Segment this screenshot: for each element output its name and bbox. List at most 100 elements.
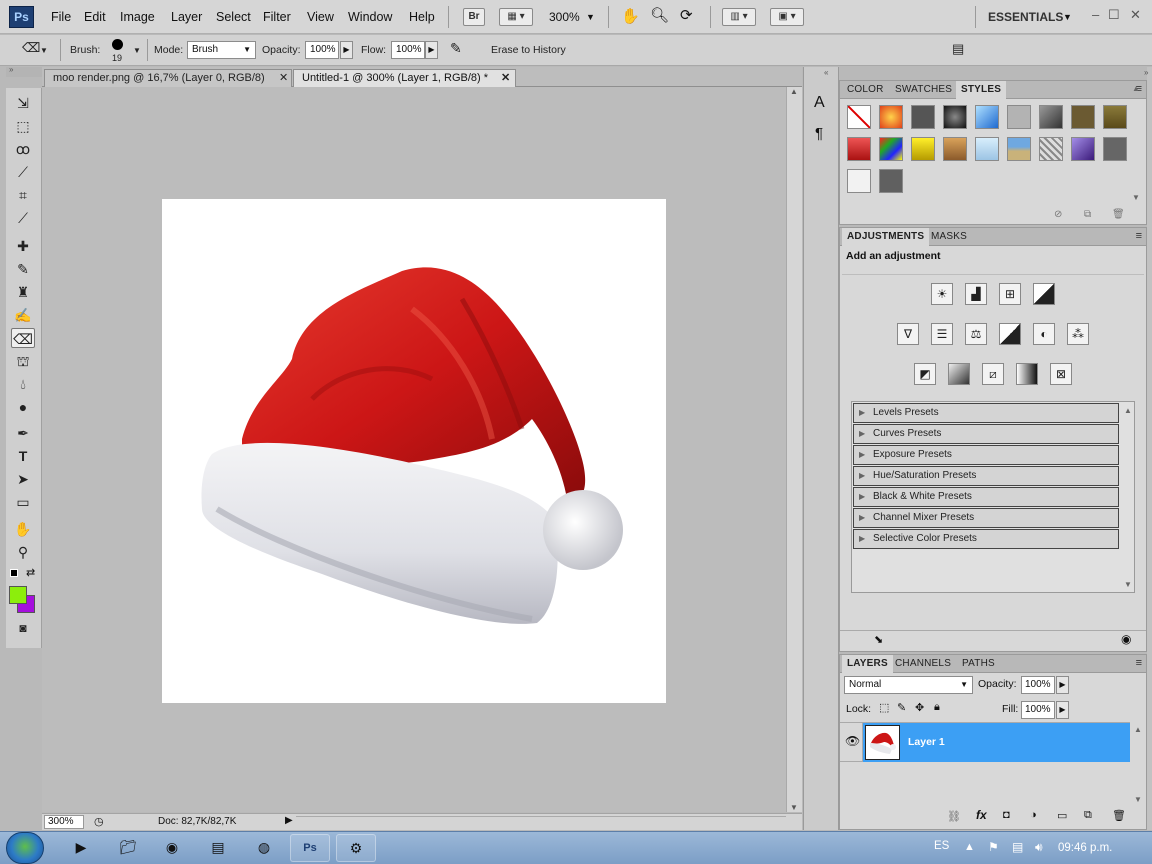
restore-button[interactable]: ☐ — [1108, 7, 1120, 23]
brush-tip-icon[interactable] — [112, 39, 123, 50]
layer-opacity-input[interactable]: 100% — [1021, 676, 1055, 694]
black-white-icon[interactable] — [999, 323, 1021, 345]
invert-icon[interactable]: ◩ — [914, 363, 936, 385]
photo-filter-icon[interactable]: ◐ — [1033, 323, 1055, 345]
flow-input[interactable]: 100% — [391, 41, 425, 59]
preset-levels[interactable]: ▶ Levels Presets — [853, 403, 1119, 423]
scroll-up-icon[interactable]: ▲ — [1132, 84, 1140, 93]
default-colors-icon[interactable] — [10, 569, 18, 577]
close-button[interactable]: ✕ — [1130, 7, 1141, 23]
status-menu-arrow-icon[interactable]: ▶ — [285, 815, 293, 826]
preset-hue-saturation[interactable]: ▶ Hue/Saturation Presets — [853, 466, 1119, 486]
style-swatch[interactable] — [879, 105, 903, 129]
foreground-color-swatch[interactable] — [9, 586, 27, 604]
volume-icon[interactable]: 🔊︎ — [1035, 840, 1043, 855]
paint-bucket-tool-icon[interactable]: ⛫ — [11, 351, 35, 371]
gradient-map-icon[interactable] — [1016, 363, 1038, 385]
panel-menu-icon[interactable]: ≡ — [1136, 230, 1142, 242]
layer-row[interactable]: 👁︎ Layer 1 — [840, 722, 1130, 762]
tab-channels[interactable]: CHANNELS — [890, 655, 956, 673]
channel-mixer-icon[interactable]: ⁂ — [1067, 323, 1089, 345]
status-info-icon[interactable]: ◷ — [94, 815, 104, 828]
tab-untitled-1[interactable]: Untitled-1 @ 300% (Layer 1, RGB/8) * ✕ — [293, 69, 516, 87]
zoom-level[interactable]: 300% — [549, 10, 580, 24]
quick-mask-icon[interactable]: ◙ — [11, 618, 35, 638]
menu-file[interactable]: File — [51, 10, 71, 24]
layer-opacity-slider-toggle[interactable]: ▶ — [1056, 676, 1069, 694]
arrange-documents-button[interactable]: ▥ ▾ — [722, 8, 756, 26]
layer-style-icon[interactable]: fx — [976, 808, 987, 822]
horizontal-scrollbar[interactable] — [296, 816, 786, 828]
close-icon[interactable]: ✕ — [279, 70, 288, 87]
eraser-preset-icon[interactable]: ⌫ — [22, 40, 40, 56]
start-button[interactable] — [6, 832, 44, 864]
hue-saturation-icon[interactable]: ☰ — [931, 323, 953, 345]
tab-swatches[interactable]: SWATCHES — [890, 81, 957, 99]
eyedropper-tool-icon[interactable]: ⟋ — [11, 208, 35, 228]
style-swatch[interactable] — [975, 137, 999, 161]
link-layers-icon[interactable]: ⛓ — [947, 810, 961, 823]
swap-colors-icon[interactable]: ⇄ — [26, 566, 35, 579]
preset-black-white[interactable]: ▶ Black & White Presets — [853, 487, 1119, 507]
hand-tool-icon[interactable]: ✋ — [11, 519, 35, 539]
bridge-button[interactable]: Br — [463, 8, 485, 26]
style-swatch[interactable] — [1039, 137, 1063, 161]
dodge-tool-icon[interactable]: ● — [11, 397, 35, 417]
opacity-input[interactable]: 100% — [305, 41, 339, 59]
chevron-down-icon[interactable]: ▼ — [1063, 12, 1072, 22]
brush-tool-icon[interactable]: ✎ — [11, 259, 35, 279]
style-swatch[interactable] — [1039, 105, 1063, 129]
selective-color-icon[interactable]: ⊠ — [1050, 363, 1072, 385]
style-swatch[interactable] — [879, 169, 903, 193]
style-swatch[interactable] — [1071, 137, 1095, 161]
panel-menu-icon[interactable]: ≡ — [1136, 657, 1142, 669]
document-canvas[interactable] — [162, 199, 666, 703]
menu-window[interactable]: Window — [348, 10, 392, 24]
blend-mode-select[interactable]: Normal ▼ — [844, 676, 973, 694]
tab-styles[interactable]: STYLES — [956, 81, 1007, 99]
exposure-icon[interactable] — [1033, 283, 1055, 305]
menu-edit[interactable]: Edit — [84, 10, 106, 24]
menu-layer[interactable]: Layer — [171, 10, 202, 24]
levels-icon[interactable]: ▟ — [965, 283, 987, 305]
curves-icon[interactable]: ⊞ — [999, 283, 1021, 305]
close-icon[interactable]: ✕ — [501, 70, 510, 87]
tab-masks[interactable]: MASKS — [926, 228, 972, 246]
blur-tool-icon[interactable]: 💧︎ — [11, 374, 35, 394]
character-panel-icon[interactable]: A — [814, 94, 825, 112]
clip-to-layer-icon[interactable]: ⬊ — [874, 633, 883, 646]
show-hidden-icons[interactable]: ▲ — [964, 841, 975, 853]
lock-all-icon[interactable]: 🔒︎ — [934, 701, 940, 714]
taskbar-clock[interactable]: 09:46 p.m. — [1058, 842, 1112, 854]
scroll-down-icon[interactable]: ▼ — [1132, 193, 1140, 202]
tab-paths[interactable]: PATHS — [957, 655, 1000, 673]
new-group-icon[interactable]: ▭ — [1057, 809, 1067, 822]
media-player-icon[interactable]: ▶ — [61, 834, 101, 862]
expand-icon[interactable]: « — [824, 68, 828, 77]
new-layer-icon[interactable]: ⧉ — [1084, 809, 1092, 822]
mode-select[interactable]: Brush ▼ — [187, 41, 256, 59]
delete-layer-icon[interactable]: 🗑︎ — [1112, 809, 1126, 822]
tool-presets-panel-icon[interactable]: ▤ — [952, 41, 964, 57]
posterize-icon[interactable] — [948, 363, 970, 385]
fill-slider-toggle[interactable]: ▶ — [1056, 701, 1069, 719]
style-swatch-none[interactable] — [847, 105, 871, 129]
layer-visibility-eye-icon[interactable]: 👁︎ — [845, 734, 860, 748]
style-swatch[interactable] — [911, 137, 935, 161]
style-swatch[interactable] — [879, 137, 903, 161]
healing-brush-tool-icon[interactable]: ✚ — [11, 236, 35, 256]
chevron-down-icon[interactable]: ▼ — [586, 12, 595, 22]
threshold-icon[interactable]: ⧄ — [982, 363, 1004, 385]
preset-selective-color[interactable]: ▶ Selective Color Presets — [853, 529, 1119, 549]
quick-selection-tool-icon[interactable]: ⟋ — [11, 162, 35, 182]
chrome-icon[interactable]: ◉ — [152, 834, 192, 862]
style-swatch[interactable] — [847, 137, 871, 161]
language-indicator[interactable]: ES — [934, 840, 949, 852]
vertical-scrollbar[interactable]: ▲ ▼ — [786, 87, 802, 812]
style-swatch[interactable] — [847, 169, 871, 193]
app-taskbar-icon[interactable]: ⚙ — [336, 834, 376, 862]
scroll-down-icon[interactable]: ▼ — [1134, 795, 1142, 804]
style-swatch[interactable] — [943, 105, 967, 129]
paragraph-panel-icon[interactable]: ¶ — [815, 125, 823, 142]
scroll-down-icon[interactable]: ▼ — [790, 803, 798, 812]
